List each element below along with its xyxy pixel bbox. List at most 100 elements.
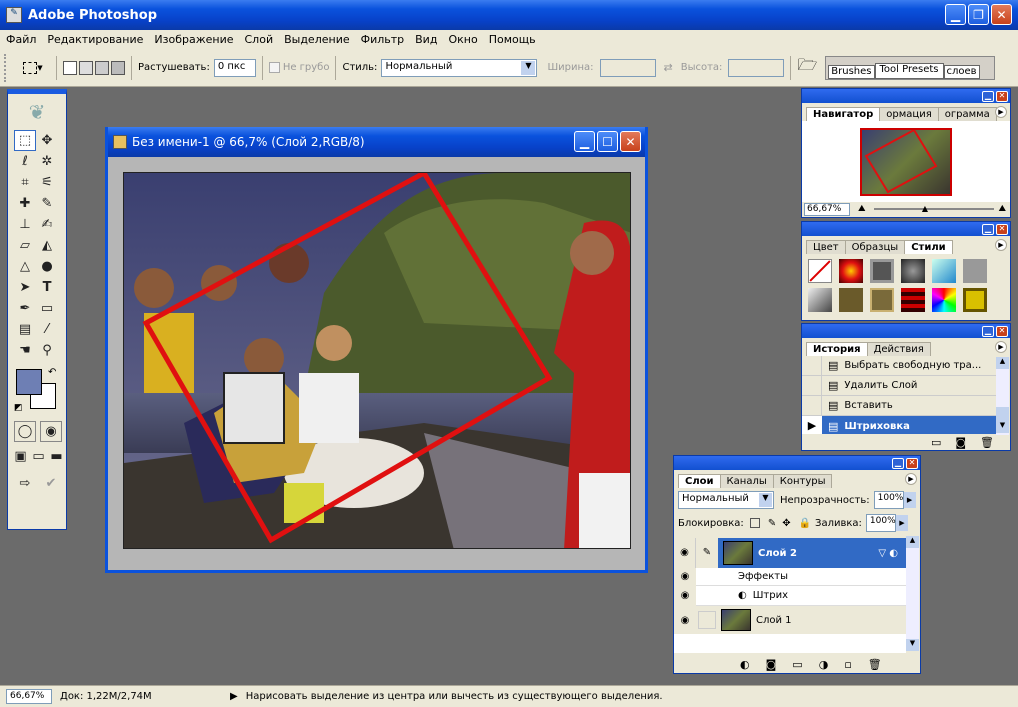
marquee-preset-icon[interactable]: ▼ (16, 56, 50, 80)
subtract-selection-icon[interactable] (95, 60, 109, 75)
menu-edit[interactable]: Редактирование (47, 33, 143, 46)
height-input[interactable] (728, 58, 785, 77)
fill-slider-arrow[interactable]: ▶ (895, 515, 908, 531)
history-item[interactable]: ▤ Вставить (802, 395, 996, 416)
eyedropper-tool-icon[interactable]: ⁄ (36, 319, 58, 340)
zoom-tool-icon[interactable]: ⚲ (36, 340, 58, 361)
history-scroll-thumb[interactable] (996, 407, 1009, 421)
zoom-out-icon[interactable]: ⛰ (858, 204, 866, 214)
navigator-preview[interactable] (802, 121, 1010, 202)
style-chrome[interactable] (901, 259, 925, 283)
style-bronze[interactable] (870, 288, 894, 312)
delete-layer-icon[interactable]: 🗑 (868, 658, 882, 671)
new-adjustment-layer-icon[interactable]: ◑ (819, 658, 829, 671)
default-colors-icon[interactable]: ◩ (14, 403, 23, 413)
chevron-down-icon[interactable]: ▼ (521, 60, 536, 75)
new-document-from-state-icon[interactable]: ▭ (931, 436, 941, 449)
style-stripes[interactable] (901, 288, 925, 312)
clone-stamp-tool-icon[interactable]: ⊥ (14, 214, 36, 235)
doc-close-button[interactable]: ✕ (620, 131, 641, 152)
tab-histogram[interactable]: ограмма (937, 107, 997, 121)
tab-navigator[interactable]: Навигатор (806, 107, 881, 121)
menu-layer[interactable]: Слой (245, 33, 274, 46)
opacity-slider-arrow[interactable]: ▶ (903, 492, 916, 508)
screen-mode-standard-icon[interactable]: ▣ (12, 446, 29, 467)
blur-tool-icon[interactable]: △ (14, 256, 36, 277)
canvas-image[interactable] (123, 172, 631, 549)
styles-minimize[interactable]: ▁ (982, 223, 994, 235)
feather-logo-icon[interactable]: ❦ (8, 94, 66, 130)
style-red-glow[interactable] (839, 259, 863, 283)
zoom-in-icon[interactable]: ⛰ (998, 204, 1006, 214)
layers-menu-icon[interactable]: ▶ (905, 473, 917, 485)
file-browser-icon[interactable]: 🗁 (797, 54, 817, 81)
slice-tool-icon[interactable]: ⚟ (36, 172, 58, 193)
intersect-selection-icon[interactable] (111, 60, 125, 75)
eraser-tool-icon[interactable]: ▱ (14, 235, 36, 256)
layer-row-selected[interactable]: ◉ ✎ Слой 2 ▽ ◐ (674, 538, 906, 568)
navigator-minimize[interactable]: ▁ (982, 90, 994, 102)
history-item[interactable]: ▤ Удалить Слой (802, 375, 996, 396)
layers-scrollbar[interactable]: ▲ ▼ (906, 536, 919, 651)
tab-actions[interactable]: Действия (866, 342, 931, 356)
navigator-zoom-field[interactable]: 66,67% (804, 202, 850, 216)
menu-file[interactable]: Файл (6, 33, 36, 46)
style-steel[interactable] (808, 288, 832, 312)
style-rainbow[interactable] (932, 288, 956, 312)
shape-tool-icon[interactable]: ▭ (36, 298, 58, 319)
blend-mode-select[interactable]: Нормальный ▼ (678, 491, 774, 509)
style-none[interactable] (808, 259, 832, 283)
lock-transparency-icon[interactable] (749, 518, 760, 528)
menu-help[interactable]: Помощь (489, 33, 536, 46)
doc-minimize-button[interactable]: ▁ (574, 131, 595, 152)
stroke-eye-icon[interactable]: ◉ (674, 585, 696, 606)
minimize-button[interactable]: ▁ (945, 4, 966, 25)
zoom-slider-handle[interactable]: ▲ (922, 204, 928, 213)
opacity-input[interactable]: 100% (873, 491, 904, 509)
layer-row[interactable]: ◉ Слой 1 (674, 606, 906, 634)
palette-well-layer-comps[interactable]: слоев (943, 64, 980, 79)
doc-maximize-button[interactable]: ☐ (597, 131, 618, 152)
status-zoom-field[interactable]: 66,67% (6, 689, 52, 704)
new-snapshot-icon[interactable]: ◙ (955, 436, 966, 449)
tab-paths[interactable]: Контуры (772, 474, 833, 488)
lock-image-icon[interactable]: ✎ (768, 518, 776, 529)
screen-mode-full-menu-icon[interactable]: ▭ (30, 446, 47, 467)
fx-indicator-icon[interactable]: ▽ ◐ (878, 548, 898, 559)
style-dark-bevel[interactable] (870, 259, 894, 283)
new-layer-icon[interactable]: ▫ (844, 658, 851, 671)
layer1-link-box[interactable] (698, 611, 716, 629)
healing-brush-tool-icon[interactable]: ✚ (14, 193, 36, 214)
history-item-selected[interactable]: ▶ ▤ Штриховка (802, 416, 996, 434)
menu-window[interactable]: Окно (448, 33, 477, 46)
effects-eye-icon[interactable]: ◉ (674, 567, 696, 586)
options-grip[interactable] (4, 53, 8, 82)
tab-history[interactable]: История (806, 342, 868, 356)
status-arrow-icon[interactable]: ▶ (230, 691, 238, 702)
effects-row[interactable]: ◉ Эффекты (674, 567, 906, 586)
add-selection-icon[interactable] (79, 60, 93, 75)
antialias-checkbox[interactable] (268, 62, 280, 73)
new-selection-icon[interactable] (63, 60, 77, 75)
menu-select[interactable]: Выделение (284, 33, 350, 46)
pen-tool-icon[interactable]: ✒ (14, 298, 36, 319)
zoom-slider[interactable]: ▲ (873, 204, 995, 213)
add-layer-style-icon[interactable]: ◐ (740, 658, 750, 671)
quick-mask-icon[interactable]: ◉ (40, 421, 62, 442)
marquee-tool-icon[interactable]: ⬚ (14, 130, 36, 151)
dodge-tool-icon[interactable]: ● (36, 256, 58, 277)
history-brush-tool-icon[interactable]: ✍ (36, 214, 58, 235)
swap-icon[interactable]: ⇄ (664, 61, 673, 74)
history-close[interactable]: ✕ (996, 325, 1008, 337)
history-scrollbar[interactable]: ▲ ▼ (996, 357, 1009, 435)
screen-mode-full-icon[interactable]: ▬ (48, 446, 65, 467)
checkmark-icon[interactable]: ✔ (40, 473, 62, 494)
paint-bucket-tool-icon[interactable]: ◭ (36, 235, 58, 256)
history-minimize[interactable]: ▁ (982, 325, 994, 337)
lock-all-icon[interactable]: 🔒 (799, 518, 811, 529)
chevron-down-icon[interactable]: ▼ (759, 493, 772, 507)
style-select[interactable]: Нормальный ▼ (381, 58, 538, 77)
style-blue-glass[interactable] (932, 259, 956, 283)
standard-mode-icon[interactable]: ◯ (14, 421, 36, 442)
fill-input[interactable]: 100% (865, 514, 896, 532)
